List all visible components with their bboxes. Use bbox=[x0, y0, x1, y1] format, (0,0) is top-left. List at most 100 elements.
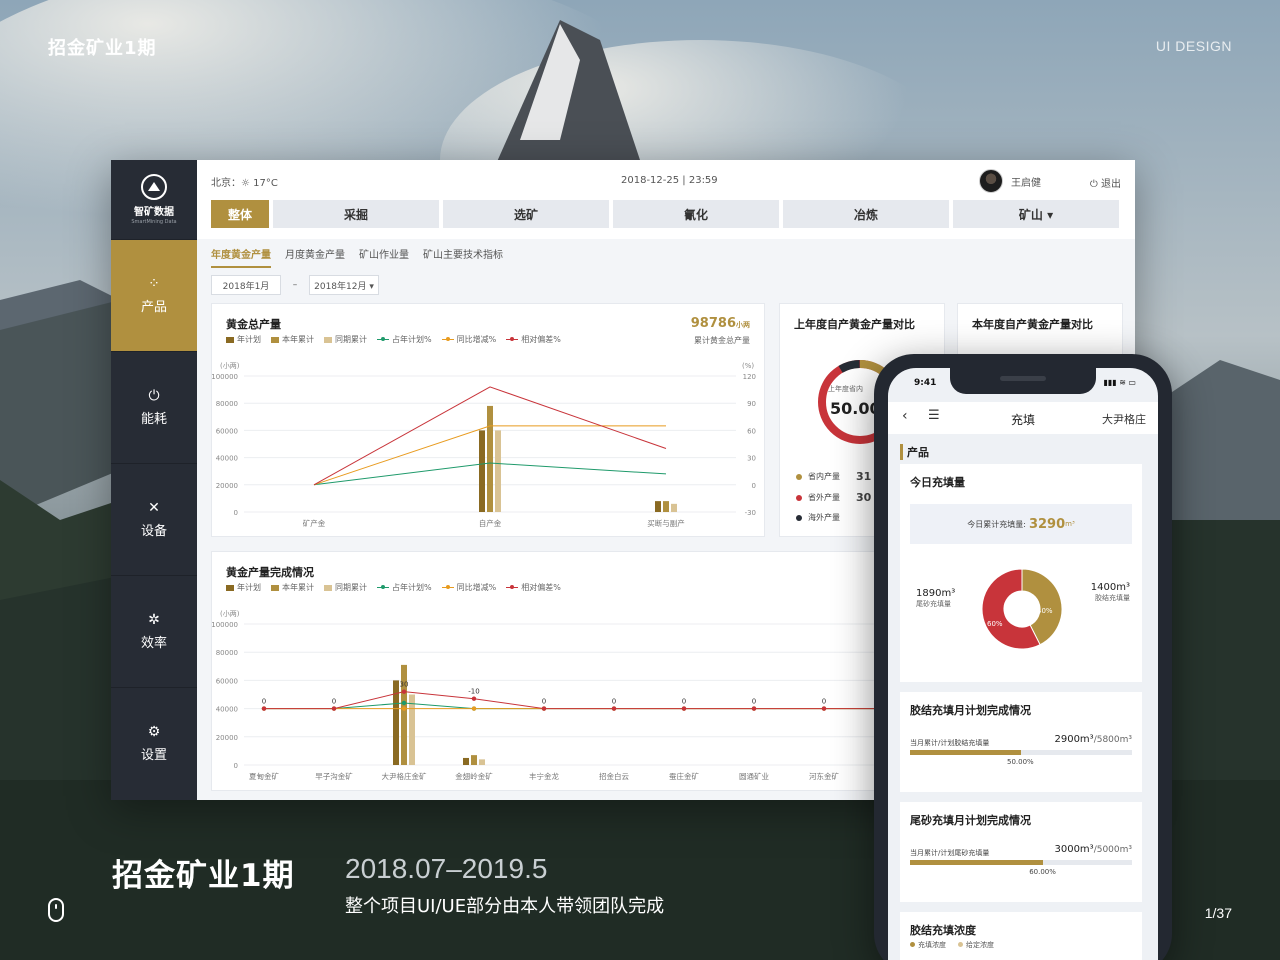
legend-label: 年计划 bbox=[237, 335, 261, 344]
total-unit: 小两 bbox=[736, 321, 750, 329]
legend-label: 同比增减% bbox=[456, 583, 497, 592]
legend-label: 省外产量 bbox=[808, 493, 840, 502]
range-separator: – bbox=[292, 280, 298, 290]
cemented-plan-card: 胶结充填月计划完成情况 当月累计/计划胶结充填量 2900m³/5800m³ 5… bbox=[900, 692, 1142, 792]
y-tick-label: 60000 bbox=[216, 677, 238, 685]
gold-total-chart: (小两) (%) 100000 80000 60000 40000 20000 0 120 90 6… bbox=[212, 361, 756, 528]
legend-swatch bbox=[506, 337, 519, 341]
total-number: 98786 bbox=[690, 316, 736, 331]
progress-track bbox=[910, 860, 1132, 865]
subtab-tech-indicators[interactable]: 矿山主要技术指标 bbox=[423, 246, 503, 268]
subtab-monthly-gold[interactable]: 月度黄金产量 bbox=[285, 246, 345, 268]
date-range: 2018年1月 – 2018年12月 ▾ bbox=[211, 275, 379, 295]
top-bar: 北京：☼ 17°C 2018-12-25 | 23:59 王启健 ⏻ 退出 整体… bbox=[197, 160, 1135, 239]
tab-mining[interactable]: 采掘 bbox=[273, 200, 439, 228]
y-tick-label: 40000 bbox=[216, 455, 238, 463]
legend-swatch bbox=[377, 337, 389, 341]
sub-navigation: 年度黄金产量 月度黄金产量 矿山作业量 矿山主要技术指标 bbox=[211, 246, 517, 268]
y-tick-label: 0 bbox=[234, 762, 238, 770]
ui-design-label: UI DESIGN bbox=[1155, 38, 1232, 54]
status-icons: ▮▮▮ ≋ ▭ bbox=[1103, 378, 1136, 387]
card-title: 尾砂充填月计划完成情况 bbox=[910, 814, 1031, 827]
sidebar-item-efficiency[interactable]: ✲ 效率 bbox=[111, 575, 197, 687]
legend-label: 本年累计 bbox=[282, 335, 314, 344]
progress-fill bbox=[910, 750, 1021, 755]
tab-smelting[interactable]: 冶炼 bbox=[783, 200, 949, 228]
y2-tick-label: 30 bbox=[747, 455, 756, 463]
legend-label: 同比增减% bbox=[456, 335, 497, 344]
x-tick-label: 圆通矿业 bbox=[739, 771, 769, 781]
legend-item: 省外产量 30 bbox=[796, 491, 871, 504]
weather-status: 北京：☼ 17°C bbox=[211, 178, 278, 189]
x-tick-label: 大尹格庄金矿 bbox=[382, 771, 427, 781]
data-label: 0 bbox=[752, 698, 756, 706]
cemented-fill-label: 胶结充填量 bbox=[1095, 594, 1130, 602]
subtab-annual-gold[interactable]: 年度黄金产量 bbox=[211, 246, 271, 268]
progress-total: /5800m³ bbox=[1093, 735, 1132, 745]
y-tick-label: 40000 bbox=[216, 706, 238, 714]
legend-dot bbox=[796, 494, 802, 501]
chart-legend: 年计划 本年累计 同期累计 占年计划% 同比增减% 相对偏差% bbox=[226, 334, 571, 345]
legend-label: 给定浓度 bbox=[966, 941, 994, 949]
sidebar-item-label: 设备 bbox=[140, 524, 167, 539]
today-fill-card: 今日充填量 今日累计充填量: 3290 m³ 40% 60% 1400m³ 胶结充填… bbox=[900, 464, 1142, 682]
progress-label: 当月累计/计划胶结充填量 bbox=[910, 739, 990, 747]
legend-item: 相对偏差% bbox=[506, 334, 561, 345]
x-tick-label: 夏甸金矿 bbox=[249, 771, 279, 781]
legend-swatch bbox=[441, 337, 454, 341]
tab-cyanidation[interactable]: 氰化 bbox=[613, 200, 779, 228]
legend-item: 年计划 bbox=[226, 334, 261, 345]
legend-item: 本年累计 bbox=[271, 334, 314, 345]
menu-icon[interactable]: ☰ bbox=[928, 408, 940, 423]
user-info[interactable]: 王启健 bbox=[979, 169, 1041, 193]
start-month-select[interactable]: 2018年1月 bbox=[211, 275, 281, 295]
data-label: 0 bbox=[262, 698, 266, 706]
legend-dot bbox=[910, 942, 915, 947]
avatar[interactable] bbox=[979, 169, 1003, 193]
tab-overall[interactable]: 整体 bbox=[211, 200, 269, 228]
legend-swatch bbox=[441, 585, 454, 589]
legend-swatch bbox=[324, 336, 332, 343]
sidebar-item-equipment[interactable]: ✕ 设备 bbox=[111, 463, 197, 575]
bar bbox=[655, 501, 661, 512]
cemented-fill-value: 1400m³ bbox=[1090, 582, 1130, 593]
tailings-fill-label: 尾砂充填量 bbox=[916, 600, 951, 608]
legend-item: 给定浓度 bbox=[958, 940, 994, 950]
legend-item: 相对偏差% bbox=[506, 582, 561, 593]
legend-swatch bbox=[506, 585, 519, 589]
phone-screen: 9:41 ▮▮▮ ≋ ▭ 充填 ‹ ☰ 大尹格庄 产品 今日充填量 今日累计充填… bbox=[888, 368, 1158, 960]
series-point bbox=[261, 706, 267, 711]
legend-label: 省内产量 bbox=[808, 472, 840, 481]
footer-date: 2018.07–2019.5 bbox=[345, 853, 548, 884]
status-time: 9:41 bbox=[914, 378, 937, 388]
datetime: 2018-12-25 | 23:59 bbox=[621, 175, 718, 186]
data-label: 0 bbox=[822, 698, 826, 706]
sidebar-item-settings[interactable]: ⚙ 设置 bbox=[111, 687, 197, 799]
data-label: 30 bbox=[400, 681, 409, 689]
legend-value: 30 bbox=[856, 491, 872, 504]
back-icon[interactable]: ‹ bbox=[902, 408, 908, 424]
tab-beneficiation[interactable]: 选矿 bbox=[443, 200, 609, 228]
logout-button[interactable]: ⏻ 退出 bbox=[1090, 175, 1121, 190]
logo[interactable]: 智矿数据 SmartMining Data bbox=[111, 160, 197, 239]
legend-item: 同比增减% bbox=[441, 582, 497, 593]
progress-percent: 50.00% bbox=[1007, 758, 1034, 766]
legend-label: 相对偏差% bbox=[521, 583, 561, 592]
sidebar-item-product[interactable]: ⁘ 产品 bbox=[111, 239, 197, 351]
x-tick-label: 金翅岭金矿 bbox=[455, 771, 493, 781]
x-tick-label: 矿产金 bbox=[303, 518, 326, 528]
x-tick-label: 买断与副产 bbox=[647, 518, 685, 528]
sidebar-item-energy[interactable]: ⏻ 能耗 bbox=[111, 351, 197, 463]
end-month-select[interactable]: 2018年12月 ▾ bbox=[309, 275, 379, 295]
subtab-mine-operations[interactable]: 矿山作业量 bbox=[359, 246, 409, 268]
x-tick-label: 河东金矿 bbox=[809, 771, 839, 781]
legend-item: 省内产量 31 bbox=[796, 470, 871, 483]
y-tick-label: 20000 bbox=[216, 734, 238, 742]
series-point bbox=[611, 706, 617, 711]
sidebar-item-label: 效率 bbox=[140, 636, 167, 651]
density-card: 胶结充填浓度 充填浓度 给定浓度 bbox=[900, 912, 1142, 960]
tab-mine-dropdown[interactable]: 矿山 ▾ bbox=[953, 200, 1119, 228]
legend-swatch bbox=[226, 584, 234, 591]
location-select[interactable]: 大尹格庄 bbox=[1102, 411, 1146, 427]
progress-track bbox=[910, 750, 1132, 755]
